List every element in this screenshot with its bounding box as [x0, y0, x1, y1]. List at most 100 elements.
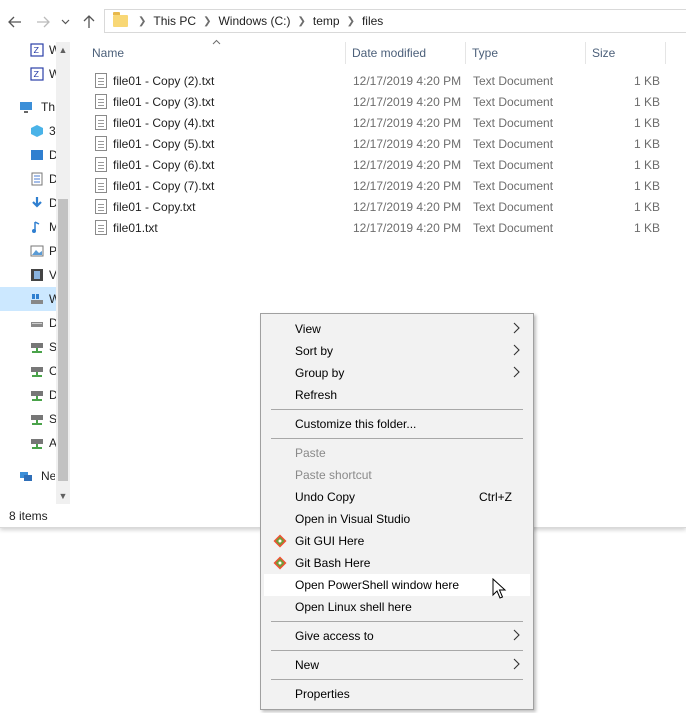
- breadcrumb-chevron-icon[interactable]: ❯: [203, 16, 211, 27]
- menu-item-properties[interactable]: Properties: [264, 683, 530, 705]
- nav-item-this-pc[interactable]: Th: [0, 95, 56, 119]
- file-row[interactable]: file01 - Copy (6).txt 12/17/2019 4:20 PM…: [88, 155, 668, 176]
- menu-item-paste[interactable]: Paste: [264, 442, 530, 464]
- file-type: Text Document: [473, 158, 554, 172]
- network-drive-icon: [31, 391, 43, 401]
- breadcrumb-chevron-icon[interactable]: ❯: [347, 16, 355, 27]
- menu-item-undo-copy[interactable]: Undo Copy Ctrl+Z: [264, 486, 530, 508]
- menu-separator: [271, 621, 523, 622]
- file-type: Text Document: [473, 137, 554, 151]
- nav-item-network-drive-c[interactable]: C: [0, 359, 57, 383]
- address-bar[interactable]: ❯ This PC ❯ Windows (C:) ❯ temp ❯ files: [104, 9, 686, 33]
- menu-item-git-gui-here[interactable]: Git GUI Here: [264, 530, 530, 552]
- navigation-pane: Z W Z W Th 3 D D D M P V W D S C D S A N…: [0, 42, 72, 504]
- navigation-pane-scrollbar[interactable]: ▲ ▼: [56, 42, 70, 504]
- file-row[interactable]: file01 - Copy (3).txt 12/17/2019 4:20 PM…: [88, 92, 668, 113]
- nav-item-network-drive-d[interactable]: D: [0, 383, 57, 407]
- column-header-name[interactable]: Name: [88, 42, 346, 64]
- menu-item-new[interactable]: New: [264, 654, 530, 676]
- nav-item-downloads[interactable]: D: [0, 191, 57, 215]
- menu-item-refresh[interactable]: Refresh: [264, 384, 530, 406]
- menu-separator: [271, 679, 523, 680]
- nav-item-network[interactable]: Ne: [0, 464, 56, 488]
- file-row[interactable]: file01 - Copy (5).txt 12/17/2019 4:20 PM…: [88, 134, 668, 155]
- network-drive-icon: [31, 343, 43, 353]
- nav-item-windows-drive[interactable]: W: [0, 287, 57, 311]
- menu-separator: [271, 409, 523, 410]
- file-type: Text Document: [473, 116, 554, 130]
- menu-item-open-in-visual-studio[interactable]: Open in Visual Studio: [264, 508, 530, 530]
- chevron-right-icon: [513, 344, 520, 356]
- nav-item-videos[interactable]: V: [0, 263, 57, 287]
- menu-item-customize-folder[interactable]: Customize this folder...: [264, 413, 530, 435]
- text-file-icon: [95, 94, 107, 109]
- recent-locations-button[interactable]: [58, 12, 72, 32]
- back-arrow-icon: [8, 16, 21, 28]
- column-header-size[interactable]: Size: [588, 42, 666, 64]
- forward-button[interactable]: [33, 12, 53, 32]
- column-header-type[interactable]: Type: [468, 42, 586, 64]
- breadcrumb-files[interactable]: files: [362, 14, 383, 28]
- menu-separator: [271, 438, 523, 439]
- scroll-up-button[interactable]: ▲: [56, 42, 70, 58]
- breadcrumb-chevron-icon[interactable]: ❯: [138, 16, 146, 27]
- file-size: 1 KB: [633, 74, 660, 88]
- chevron-up-icon: ▲: [58, 45, 68, 55]
- 3d-objects-icon: [31, 125, 43, 137]
- file-date: 12/17/2019 4:20 PM: [353, 179, 462, 193]
- file-name: file01 - Copy (5).txt: [113, 137, 215, 151]
- file-row[interactable]: file01.txt 12/17/2019 4:20 PM Text Docum…: [88, 218, 668, 239]
- nav-item-drive-d[interactable]: D: [0, 311, 57, 335]
- nav-item-music[interactable]: M: [0, 215, 57, 239]
- menu-item-group-by[interactable]: Group by: [264, 362, 530, 384]
- breadcrumb-temp[interactable]: temp: [313, 14, 340, 28]
- menu-item-paste-shortcut[interactable]: Paste shortcut: [264, 464, 530, 486]
- menu-item-open-linux-shell[interactable]: Open Linux shell here: [264, 596, 530, 618]
- nav-item-pictures[interactable]: P: [0, 239, 57, 263]
- column-header-date-modified[interactable]: Date modified: [348, 42, 466, 64]
- shortcut-label: Ctrl+Z: [479, 490, 512, 504]
- nav-item-zip-2[interactable]: Z W: [0, 62, 57, 86]
- chevron-right-icon: [513, 322, 520, 334]
- git-icon: [273, 556, 287, 570]
- menu-item-give-access-to[interactable]: Give access to: [264, 625, 530, 647]
- file-row[interactable]: file01 - Copy (4).txt 12/17/2019 4:20 PM…: [88, 113, 668, 134]
- this-pc-icon: [20, 102, 32, 113]
- nav-item-network-drive-s2[interactable]: S: [0, 407, 57, 431]
- up-button[interactable]: [79, 12, 99, 32]
- back-button[interactable]: [5, 12, 25, 32]
- breadcrumb-windows-c[interactable]: Windows (C:): [218, 14, 290, 28]
- file-row[interactable]: file01 - Copy (7).txt 12/17/2019 4:20 PM…: [88, 176, 668, 197]
- menu-item-view[interactable]: View: [264, 318, 530, 340]
- file-row[interactable]: file01 - Copy (2).txt 12/17/2019 4:20 PM…: [88, 71, 668, 92]
- file-type: Text Document: [473, 74, 554, 88]
- file-name: file01 - Copy (2).txt: [113, 74, 215, 88]
- file-name: file01 - Copy.txt: [113, 200, 196, 214]
- menu-item-git-bash-here[interactable]: Git Bash Here: [264, 552, 530, 574]
- nav-item-3d-objects[interactable]: 3: [0, 119, 56, 143]
- nav-item-documents[interactable]: D: [0, 167, 57, 191]
- scroll-down-button[interactable]: ▼: [56, 488, 70, 504]
- music-icon: [32, 221, 40, 233]
- up-arrow-icon: [83, 15, 95, 28]
- file-row[interactable]: file01 - Copy.txt 12/17/2019 4:20 PM Tex…: [88, 197, 668, 218]
- nav-item-zip-1[interactable]: Z W: [0, 38, 57, 62]
- nav-item-desktop[interactable]: D: [0, 143, 57, 167]
- svg-text:Z: Z: [34, 70, 40, 79]
- file-name: file01 - Copy (4).txt: [113, 116, 215, 130]
- navigation-bar: ❯ This PC ❯ Windows (C:) ❯ temp ❯ files: [0, 0, 686, 42]
- scroll-thumb[interactable]: [58, 199, 68, 481]
- chevron-down-icon: [61, 19, 69, 25]
- nav-item-network-drive-a[interactable]: A: [0, 431, 57, 455]
- file-name: file01 - Copy (6).txt: [113, 158, 215, 172]
- file-date: 12/17/2019 4:20 PM: [353, 74, 462, 88]
- text-file-icon: [95, 157, 107, 172]
- file-type: Text Document: [473, 179, 554, 193]
- breadcrumb-this-pc[interactable]: This PC: [153, 14, 196, 28]
- file-name: file01 - Copy (7).txt: [113, 179, 215, 193]
- nav-item-network-drive-s[interactable]: S: [0, 335, 57, 359]
- text-file-icon: [95, 178, 107, 193]
- breadcrumb-chevron-icon[interactable]: ❯: [297, 16, 305, 27]
- menu-item-open-powershell[interactable]: Open PowerShell window here: [264, 574, 530, 596]
- menu-item-sort-by[interactable]: Sort by: [264, 340, 530, 362]
